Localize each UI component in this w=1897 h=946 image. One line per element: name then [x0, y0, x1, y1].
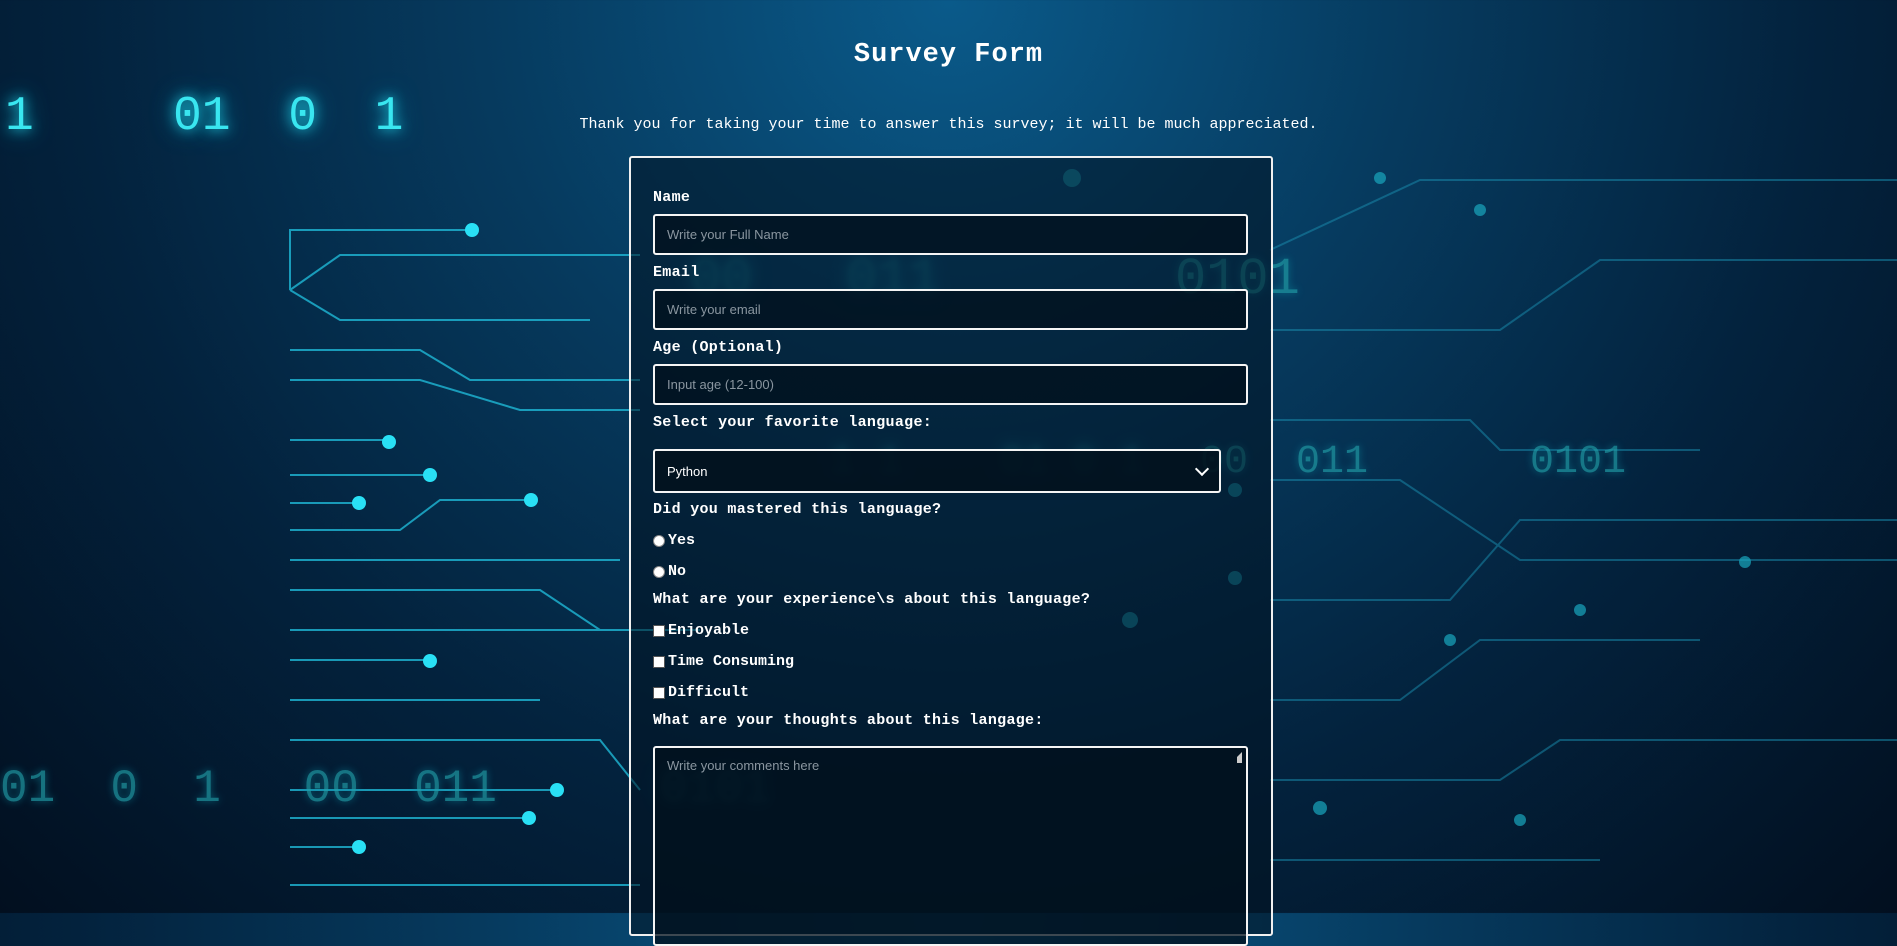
radio-yes[interactable]: [653, 534, 665, 547]
age-input[interactable]: [653, 364, 1248, 405]
name-label: Name: [653, 189, 691, 206]
language-select[interactable]: Python: [653, 449, 1221, 493]
page-description: Thank you for taking your time to answer…: [579, 116, 1318, 133]
language-label: Select your favorite language:: [653, 414, 933, 431]
radio-no-label: No: [668, 563, 687, 580]
experience-time-option[interactable]: Time Consuming: [653, 653, 794, 670]
language-select-value: Python: [667, 463, 708, 479]
binary-text: 01 0 1 00 011: [0, 763, 497, 815]
chevron-down-icon: [1194, 461, 1210, 477]
mastered-yes-option[interactable]: Yes: [653, 532, 695, 549]
binary-text: 0101: [1530, 440, 1627, 485]
name-input[interactable]: [653, 214, 1248, 255]
page-title: Survey Form: [853, 40, 1044, 70]
survey-form: Name Email Age (Optional) Select your fa…: [629, 156, 1273, 946]
email-label: Email: [653, 264, 700, 281]
resize-grip-icon[interactable]: [1231, 752, 1242, 763]
checkbox-time-consuming-label: Time Consuming: [668, 653, 795, 670]
thoughts-textarea[interactable]: Write your comments here: [653, 746, 1248, 946]
thoughts-placeholder: Write your comments here: [667, 758, 820, 773]
radio-yes-label: Yes: [668, 532, 696, 549]
experience-difficult-option[interactable]: Difficult: [653, 684, 749, 701]
checkbox-difficult[interactable]: [653, 686, 665, 699]
checkbox-difficult-label: Difficult: [668, 684, 750, 701]
radio-no[interactable]: [653, 565, 665, 578]
checkbox-enjoyable-label: Enjoyable: [668, 622, 750, 639]
thoughts-label: What are your thoughts about this langag…: [653, 712, 1044, 729]
experience-enjoyable-option[interactable]: Enjoyable: [653, 622, 749, 639]
email-input[interactable]: [653, 289, 1248, 330]
checkbox-time-consuming[interactable]: [653, 655, 665, 668]
checkbox-enjoyable[interactable]: [653, 624, 665, 637]
experience-label: What are your experience\s about this la…: [653, 591, 1091, 608]
mastered-label: Did you mastered this language?: [653, 501, 942, 518]
age-label: Age (Optional): [653, 339, 784, 356]
mastered-no-option[interactable]: No: [653, 563, 686, 580]
